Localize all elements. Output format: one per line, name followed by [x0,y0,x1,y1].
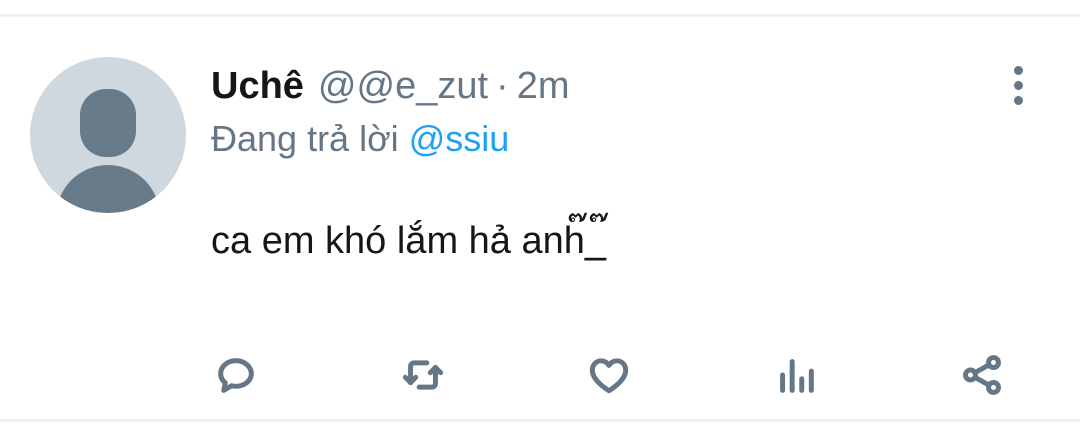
avatar[interactable] [30,57,186,213]
more-vertical-icon[interactable] [998,62,1038,108]
analytics-icon[interactable] [771,350,821,400]
more-dot [1013,65,1023,75]
tweet-header: Uchê @@e_zut · 2m [211,63,569,109]
retweet-icon[interactable] [398,350,448,400]
more-dot [1013,95,1023,105]
author-name[interactable]: Uchê [211,63,304,109]
header-separator: · [496,65,509,107]
tweet-text: ca em khó lắm hả anh๊_๊ [211,220,607,262]
share-icon[interactable] [957,350,1007,400]
more-dot [1013,80,1023,90]
reply-prefix: Đang trả lời [211,118,399,159]
top-divider [0,14,1080,17]
bottom-divider [0,419,1080,422]
tweet-timestamp[interactable]: 2m [517,63,570,109]
reply-context: Đang trả lời @ssiu [211,116,509,162]
reply-icon[interactable] [211,350,261,400]
default-avatar-icon-head [80,89,136,157]
default-avatar-icon-body [56,165,160,213]
heart-icon[interactable] [584,350,634,400]
author-handle[interactable]: @@e_zut [318,63,488,109]
reply-to-mention[interactable]: @ssiu [409,118,510,159]
